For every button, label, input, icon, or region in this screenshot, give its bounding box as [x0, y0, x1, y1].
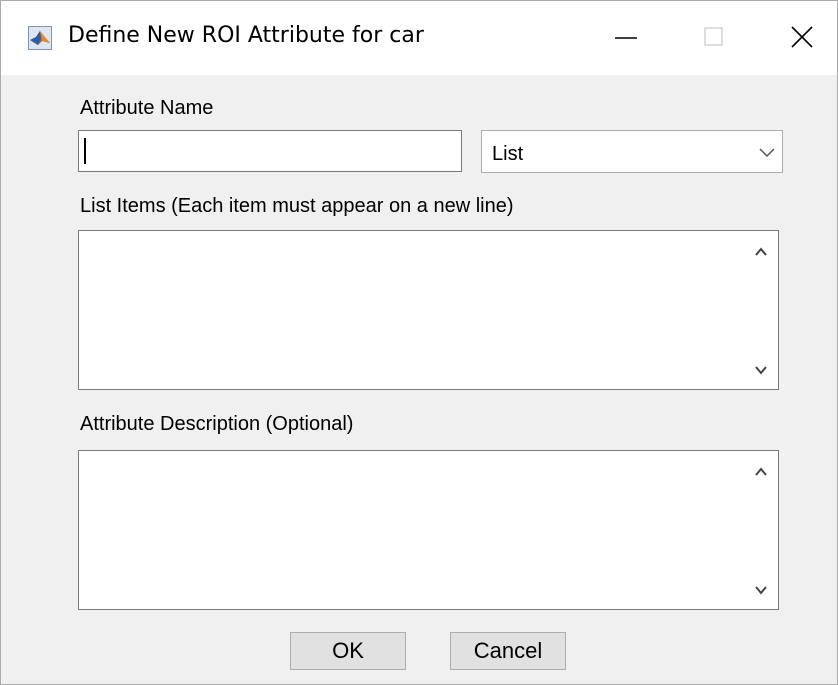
- attribute-name-label: Attribute Name: [80, 97, 214, 119]
- description-label: Attribute Description (Optional): [80, 413, 354, 435]
- maximize-button[interactable]: [679, 1, 749, 75]
- attribute-type-select[interactable]: List: [481, 130, 783, 173]
- attribute-type-value: List: [492, 143, 524, 165]
- close-icon: [791, 26, 813, 48]
- title-bar[interactable]: Define New ROI Attribute for car: [1, 1, 837, 75]
- chevron-down-icon: [752, 131, 782, 172]
- dialog-title: Define New ROI Attribute for car: [68, 23, 424, 48]
- maximize-icon: [704, 27, 723, 46]
- minimize-button[interactable]: [591, 1, 661, 75]
- text-caret: [84, 138, 86, 164]
- matlab-logo-icon: [28, 26, 52, 50]
- cancel-button[interactable]: Cancel: [450, 632, 566, 670]
- list-items-label: List Items (Each item must appear on a n…: [80, 195, 514, 217]
- ok-button[interactable]: OK: [290, 632, 406, 670]
- scroll-down-arrow-icon[interactable]: [748, 577, 774, 603]
- dialog-window: Define New ROI Attribute for car Attribu…: [0, 0, 838, 685]
- scroll-up-arrow-icon[interactable]: [748, 459, 774, 485]
- scroll-down-arrow-icon[interactable]: [748, 357, 774, 383]
- attribute-name-input[interactable]: [78, 130, 462, 172]
- close-button[interactable]: [767, 1, 837, 75]
- scroll-up-arrow-icon[interactable]: [748, 239, 774, 265]
- list-items-textarea[interactable]: [78, 230, 779, 390]
- description-textarea[interactable]: [78, 450, 779, 610]
